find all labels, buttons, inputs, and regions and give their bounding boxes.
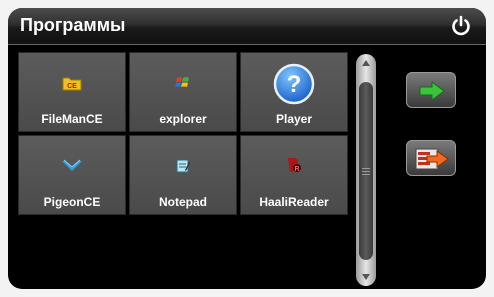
header-bar: Программы — [8, 8, 486, 45]
grip-line — [362, 171, 370, 172]
vertical-scrollbar[interactable] — [356, 54, 376, 286]
arrow-right-icon — [419, 81, 445, 101]
power-icon[interactable] — [450, 15, 472, 37]
help-question-icon: ? — [273, 63, 315, 105]
grip-line — [362, 168, 370, 169]
exit-button[interactable] — [406, 140, 456, 176]
svg-text:R: R — [294, 166, 299, 173]
app-tile-player[interactable]: ? Player — [240, 52, 348, 132]
app-label: Player — [275, 112, 313, 126]
grip-line — [362, 174, 370, 175]
app-tile-haalireader[interactable]: R HaaliReader — [240, 135, 348, 215]
next-button[interactable] — [406, 72, 456, 108]
page-title: Программы — [20, 15, 126, 35]
scroll-down-arrow-icon[interactable] — [362, 274, 370, 280]
app-label: PigeonCE — [43, 195, 101, 209]
haalireader-icon: R — [288, 158, 301, 173]
windows-logo-icon — [175, 77, 189, 87]
app-label: HaaliReader — [259, 195, 329, 209]
app-tile-explorer[interactable]: explorer — [129, 52, 237, 132]
svg-text:CE: CE — [67, 83, 77, 90]
app-tile-pigeonce[interactable]: PigeonCE — [18, 135, 126, 215]
exit-app-icon — [415, 148, 449, 170]
svg-text:?: ? — [287, 71, 302, 98]
notepad-icon — [176, 159, 190, 173]
folder-icon: CE — [62, 77, 82, 91]
app-window: Программы CE FileManCE explorer ? Player… — [8, 8, 486, 289]
app-tile-notepad[interactable]: Notepad — [129, 135, 237, 215]
app-label: FileManCE — [41, 112, 103, 126]
app-grid: CE FileManCE explorer ? Player PigeonCE … — [18, 52, 350, 218]
scrollbar-thumb[interactable] — [359, 82, 373, 260]
scroll-up-arrow-icon[interactable] — [362, 60, 370, 66]
app-tile-filemance[interactable]: CE FileManCE — [18, 52, 126, 132]
app-label: explorer — [159, 112, 207, 126]
app-label: Notepad — [159, 195, 207, 209]
pigeon-icon — [62, 159, 82, 171]
